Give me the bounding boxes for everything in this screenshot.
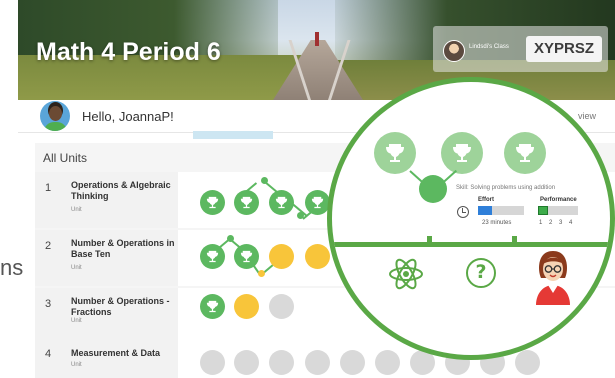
selected-skill-dot[interactable] <box>419 175 447 203</box>
skill-dot[interactable] <box>261 177 268 184</box>
trophy-node[interactable] <box>200 294 225 319</box>
performance-scale-2: 2 <box>549 220 553 226</box>
avatar-head <box>49 106 62 121</box>
performance-scale-3: 3 <box>559 220 563 226</box>
trophy-icon <box>206 250 219 263</box>
trophy-icon <box>240 250 253 263</box>
trophy-badge[interactable] <box>504 132 546 174</box>
active-tab-indicator <box>193 131 273 139</box>
locked-node[interactable] <box>340 350 365 375</box>
performance-scale-1: 1 <box>539 220 543 226</box>
units-header: All Units <box>43 151 88 165</box>
question-mark-icon[interactable]: ? <box>466 258 496 288</box>
performance-label: Performance <box>540 197 577 203</box>
trophy-icon <box>453 144 471 162</box>
teacher-avatar-icon[interactable] <box>530 245 576 305</box>
unit-name: Measurement & Data <box>71 348 161 358</box>
trophy-badge[interactable] <box>441 132 483 174</box>
unit-name: Operations & Algebraic Thinking <box>71 180 171 201</box>
skill-dot[interactable] <box>297 212 304 219</box>
course-title: Math 4 Period 6 <box>36 38 221 66</box>
in-progress-node[interactable] <box>234 294 259 319</box>
unit-number: 3 <box>45 298 52 310</box>
unit-type: Unit <box>71 207 82 213</box>
unit-name: Number & Operations - Fractions <box>71 296 170 317</box>
locked-node[interactable] <box>515 350 540 375</box>
skill-description: Skill: Solving problems using addition <box>456 185 556 191</box>
cropped-text-fragment: ns <box>0 255 24 280</box>
magnified-skill-detail: Skill: Solving problems using addition E… <box>327 77 615 360</box>
skill-dot[interactable] <box>227 235 234 242</box>
locked-node[interactable] <box>269 294 294 319</box>
unit-name: Number & Operations in Base Ten <box>71 238 175 259</box>
locked-node[interactable] <box>200 350 225 375</box>
performance-scale-4: 4 <box>569 220 573 226</box>
bracket-tick <box>512 236 517 246</box>
locked-node[interactable] <box>234 350 259 375</box>
avatar-shirt <box>44 122 67 131</box>
unit-type: Unit <box>71 265 82 271</box>
performance-bar-fill <box>538 206 548 215</box>
trophy-icon <box>206 196 219 209</box>
bracket-tick <box>427 236 432 246</box>
unit-row-4[interactable]: 4 Measurement & Data Unit <box>35 344 615 378</box>
trophy-icon <box>275 196 288 209</box>
view-link[interactable]: view <box>578 111 596 121</box>
clock-icon <box>457 206 469 218</box>
skill-dot[interactable] <box>258 270 265 277</box>
unit-type: Unit <box>71 318 82 324</box>
trophy-node[interactable] <box>200 190 225 215</box>
course-banner: Math 4 Period 6 Lindsdi's Class XYPRSZ <box>18 0 615 100</box>
unit-type: Unit <box>71 362 82 368</box>
trophy-icon <box>240 196 253 209</box>
trophy-node[interactable] <box>200 244 225 269</box>
effort-value: 23 minutes <box>482 220 512 226</box>
user-avatar[interactable] <box>40 101 70 131</box>
unit-number: 1 <box>45 182 52 194</box>
locked-node[interactable] <box>375 350 400 375</box>
trophy-badge[interactable] <box>374 132 416 174</box>
class-code-button[interactable]: XYPRSZ <box>526 36 602 62</box>
greeting-text: Hello, JoannaP! <box>82 109 174 124</box>
locked-node[interactable] <box>269 350 294 375</box>
effort-label: Effort <box>478 197 494 203</box>
in-progress-node[interactable] <box>269 244 294 269</box>
unit-number: 4 <box>45 348 52 360</box>
trophy-icon <box>206 300 219 313</box>
trophy-node[interactable] <box>269 190 294 215</box>
locked-node[interactable] <box>305 350 330 375</box>
class-avatar <box>443 40 465 62</box>
class-chip[interactable]: Lindsdi's Class XYPRSZ <box>433 26 608 72</box>
trophy-icon <box>386 144 404 162</box>
banner-signal <box>315 32 319 46</box>
unit-number: 2 <box>45 240 52 252</box>
trophy-icon <box>311 196 324 209</box>
trophy-icon <box>516 144 534 162</box>
in-progress-node[interactable] <box>305 244 330 269</box>
trophy-node[interactable] <box>234 244 259 269</box>
effort-bar-fill <box>478 206 492 215</box>
atom-icon[interactable] <box>387 255 425 293</box>
class-label: Lindsdi's Class <box>469 44 509 50</box>
trophy-node[interactable] <box>234 190 259 215</box>
